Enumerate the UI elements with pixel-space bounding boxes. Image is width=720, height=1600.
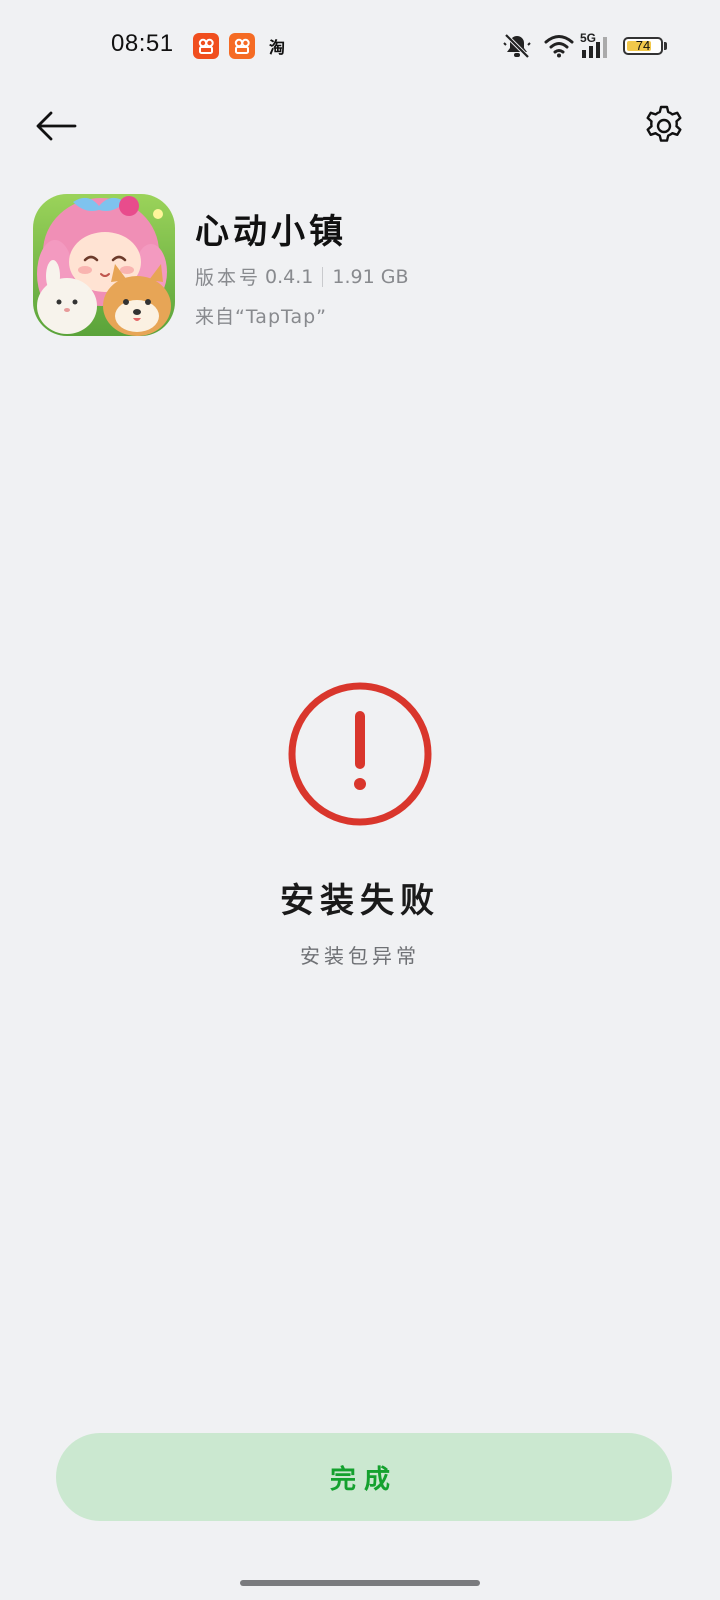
meta-divider	[322, 266, 324, 287]
mute-icon	[503, 33, 531, 59]
home-indicator[interactable]	[240, 1580, 480, 1586]
result-description: 安装包异常	[300, 944, 420, 968]
app-size: 1.91 GB	[332, 265, 409, 288]
gear-icon	[646, 105, 682, 142]
settings-button[interactable]	[638, 100, 690, 152]
status-bar: 08:51 淘 5G 74	[0, 0, 720, 92]
kuaishou-lite-icon	[229, 33, 255, 59]
app-icon	[33, 194, 175, 336]
battery-level: 74	[635, 38, 651, 53]
status-time: 08:51	[111, 30, 174, 57]
battery-icon: 74	[623, 37, 663, 55]
app-name: 心动小镇	[195, 212, 347, 252]
error-circle-icon	[286, 680, 434, 828]
app-meta: 版本号 0.4.1 1.91 GB	[195, 263, 408, 290]
arrow-left-icon	[36, 111, 77, 141]
battery-cap	[664, 42, 667, 50]
app-version: 0.4.1	[265, 265, 314, 288]
signal-icon: 5G	[580, 31, 616, 59]
result-title: 安装失败	[280, 881, 440, 921]
taobao-icon: 淘	[268, 38, 285, 57]
app-source: 来自“TapTap”	[195, 306, 328, 328]
kuaishou-icon	[193, 33, 219, 59]
done-button[interactable]: 完成	[56, 1433, 672, 1521]
back-button[interactable]	[30, 100, 82, 152]
version-label: 版本号	[195, 267, 262, 289]
wifi-icon	[544, 35, 574, 58]
